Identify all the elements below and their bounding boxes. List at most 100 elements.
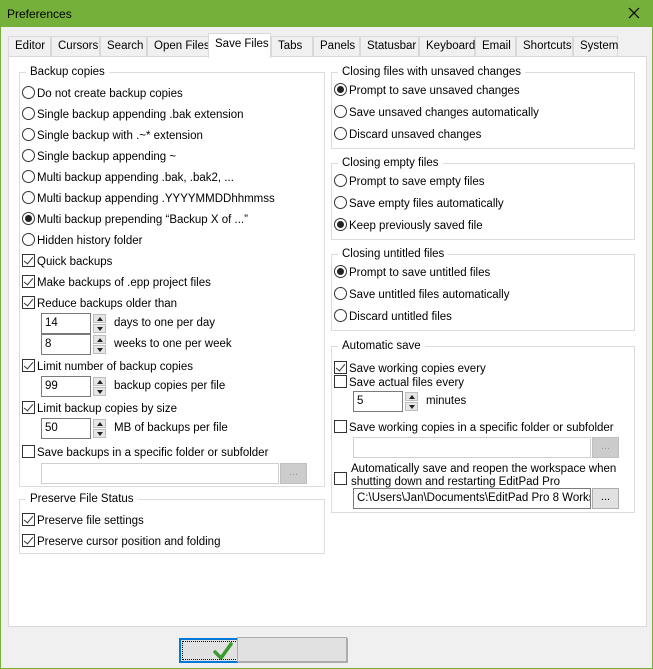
empty-option-keep[interactable]: Keep previously saved file (334, 218, 483, 234)
close-button[interactable] (626, 5, 642, 21)
tab-search[interactable]: Search (100, 36, 147, 57)
empty-option-prompt[interactable]: Prompt to save empty files (334, 174, 485, 190)
radio-icon (334, 174, 347, 187)
title-bar: Preferences (1, 1, 652, 27)
tab-editor[interactable]: Editor (8, 36, 51, 57)
radio-icon (22, 86, 35, 99)
backup-option-tilde[interactable]: Single backup appending ~ (22, 149, 176, 165)
days-input[interactable]: 14 (41, 313, 91, 334)
tab-save-files[interactable]: Save Files (208, 33, 271, 58)
radio-icon (334, 309, 347, 322)
weeks-unit-label: weeks to one per week (114, 338, 232, 350)
empty-files-group: Closing empty files Prompt to save empty… (331, 156, 635, 240)
spin-down-icon[interactable] (93, 345, 106, 354)
tab-shortcuts[interactable]: Shortcuts (516, 36, 573, 57)
radio-icon (22, 128, 35, 141)
workspace-browse-button[interactable]: ... (592, 488, 619, 509)
spin-down-icon[interactable] (405, 402, 418, 411)
radio-selected-icon (334, 83, 347, 96)
spin-down-icon[interactable] (93, 429, 106, 438)
checkbox-checked-icon (22, 534, 35, 547)
window-title: Preferences (7, 7, 72, 21)
untitled-option-discard[interactable]: Discard untitled files (334, 309, 452, 325)
spin-up-icon[interactable] (93, 335, 106, 344)
unsaved-option-prompt[interactable]: Prompt to save unsaved changes (334, 83, 520, 99)
spin-up-icon[interactable] (405, 392, 418, 401)
save-files-panel: Backup copies Do not create backup copie… (8, 56, 647, 627)
backup-option-none[interactable]: Do not create backup copies (22, 86, 183, 102)
checkbox-checked-icon (334, 361, 347, 374)
tab-email[interactable]: Email (475, 36, 516, 57)
untitled-files-legend: Closing untitled files (338, 247, 449, 261)
size-unit-label: MB of backups per file (114, 422, 228, 434)
tab-cursors[interactable]: Cursors (51, 36, 100, 57)
radio-icon (22, 191, 35, 204)
checkbox-checked-icon (22, 275, 35, 288)
preserve-status-group: Preserve File Status Preserve file setti… (19, 492, 325, 554)
tab-keyboard[interactable]: Keyboard (419, 36, 475, 57)
preferences-dialog: Preferences Editor Cursors Search Open F… (0, 0, 653, 669)
unsaved-option-discard[interactable]: Discard unsaved changes (334, 127, 481, 143)
save-actual-files-checkbox[interactable]: Save actual files every (334, 375, 464, 391)
backup-option-multi-timestamp[interactable]: Multi backup appending .YYYYMMDDhhmmss (22, 191, 275, 207)
radio-icon (22, 233, 35, 246)
close-icon (628, 7, 640, 19)
spin-down-icon[interactable] (93, 324, 106, 333)
backup-folder-browse-button[interactable]: ... (280, 463, 307, 484)
working-copies-folder-browse-button[interactable]: ... (592, 437, 619, 458)
untitled-option-prompt[interactable]: Prompt to save untitled files (334, 265, 490, 281)
tab-tabs[interactable]: Tabs (271, 36, 313, 57)
radio-selected-icon (22, 212, 35, 225)
tab-statusbar[interactable]: Statusbar (360, 36, 419, 57)
preserve-file-settings-checkbox[interactable]: Preserve file settings (22, 513, 144, 529)
spin-up-icon[interactable] (93, 314, 106, 323)
checkbox-unchecked-icon (334, 420, 347, 433)
automatic-save-legend: Automatic save (338, 339, 425, 353)
backup-folder-input[interactable] (41, 463, 279, 484)
radio-icon (334, 127, 347, 140)
working-copies-folder-checkbox[interactable]: Save working copies in a specific folder… (334, 420, 614, 436)
days-unit-label: days to one per day (114, 317, 216, 329)
checkbox-unchecked-icon (334, 375, 347, 388)
spin-up-icon[interactable] (93, 377, 106, 386)
radio-selected-icon (334, 265, 347, 278)
backup-option-multi-prepend[interactable]: Multi backup prepending “Backup X of ...… (22, 212, 248, 228)
spin-up-icon[interactable] (93, 419, 106, 428)
size-input[interactable]: 50 (41, 418, 91, 439)
empty-option-auto[interactable]: Save empty files automatically (334, 196, 504, 212)
workspace-path-input[interactable]: C:\Users\Jan\Documents\EditPad Pro 8 Wor… (353, 488, 591, 509)
tab-panels[interactable]: Panels (313, 36, 360, 57)
quick-backups-checkbox[interactable]: Quick backups (22, 254, 112, 270)
radio-icon (22, 170, 35, 183)
minutes-input[interactable]: 5 (353, 391, 403, 412)
copies-input[interactable]: 99 (41, 376, 91, 397)
radio-icon (22, 149, 35, 162)
checkbox-checked-icon (22, 401, 35, 414)
checkbox-unchecked-icon (334, 472, 347, 485)
epp-backups-checkbox[interactable]: Make backups of .epp project files (22, 275, 211, 291)
tab-open-files[interactable]: Open Files (147, 36, 210, 57)
untitled-option-auto[interactable]: Save untitled files automatically (334, 287, 509, 303)
spin-down-icon[interactable] (93, 387, 106, 396)
limit-number-checkbox[interactable]: Limit number of backup copies (22, 359, 193, 375)
working-copies-folder-input[interactable] (353, 437, 591, 458)
minutes-unit-label: minutes (426, 395, 467, 407)
radio-icon (334, 105, 347, 118)
automatic-save-group: Automatic save Save working copies every… (331, 339, 635, 513)
backup-option-tilde-star[interactable]: Single backup with .~* extension (22, 128, 203, 144)
tab-system[interactable]: System (573, 36, 618, 57)
backup-option-multi-bak[interactable]: Multi backup appending .bak, .bak2, ... (22, 170, 234, 186)
backup-option-bak[interactable]: Single backup appending .bak extension (22, 107, 244, 123)
backup-option-hidden-history[interactable]: Hidden history folder (22, 233, 142, 249)
unsaved-option-auto[interactable]: Save unsaved changes automatically (334, 105, 539, 121)
reduce-backups-checkbox[interactable]: Reduce backups older than (22, 296, 177, 312)
limit-size-checkbox[interactable]: Limit backup copies by size (22, 401, 177, 417)
checkbox-unchecked-icon (22, 445, 35, 458)
unsaved-changes-legend: Closing files with unsaved changes (338, 65, 525, 79)
weeks-input[interactable]: 8 (41, 334, 91, 355)
untitled-files-group: Closing untitled files Prompt to save un… (331, 247, 635, 331)
preserve-cursor-checkbox[interactable]: Preserve cursor position and folding (22, 534, 220, 550)
unsaved-changes-group: Closing files with unsaved changes Promp… (331, 65, 635, 149)
copies-unit-label: backup copies per file (114, 380, 226, 392)
backup-folder-checkbox[interactable]: Save backups in a specific folder or sub… (22, 445, 268, 461)
